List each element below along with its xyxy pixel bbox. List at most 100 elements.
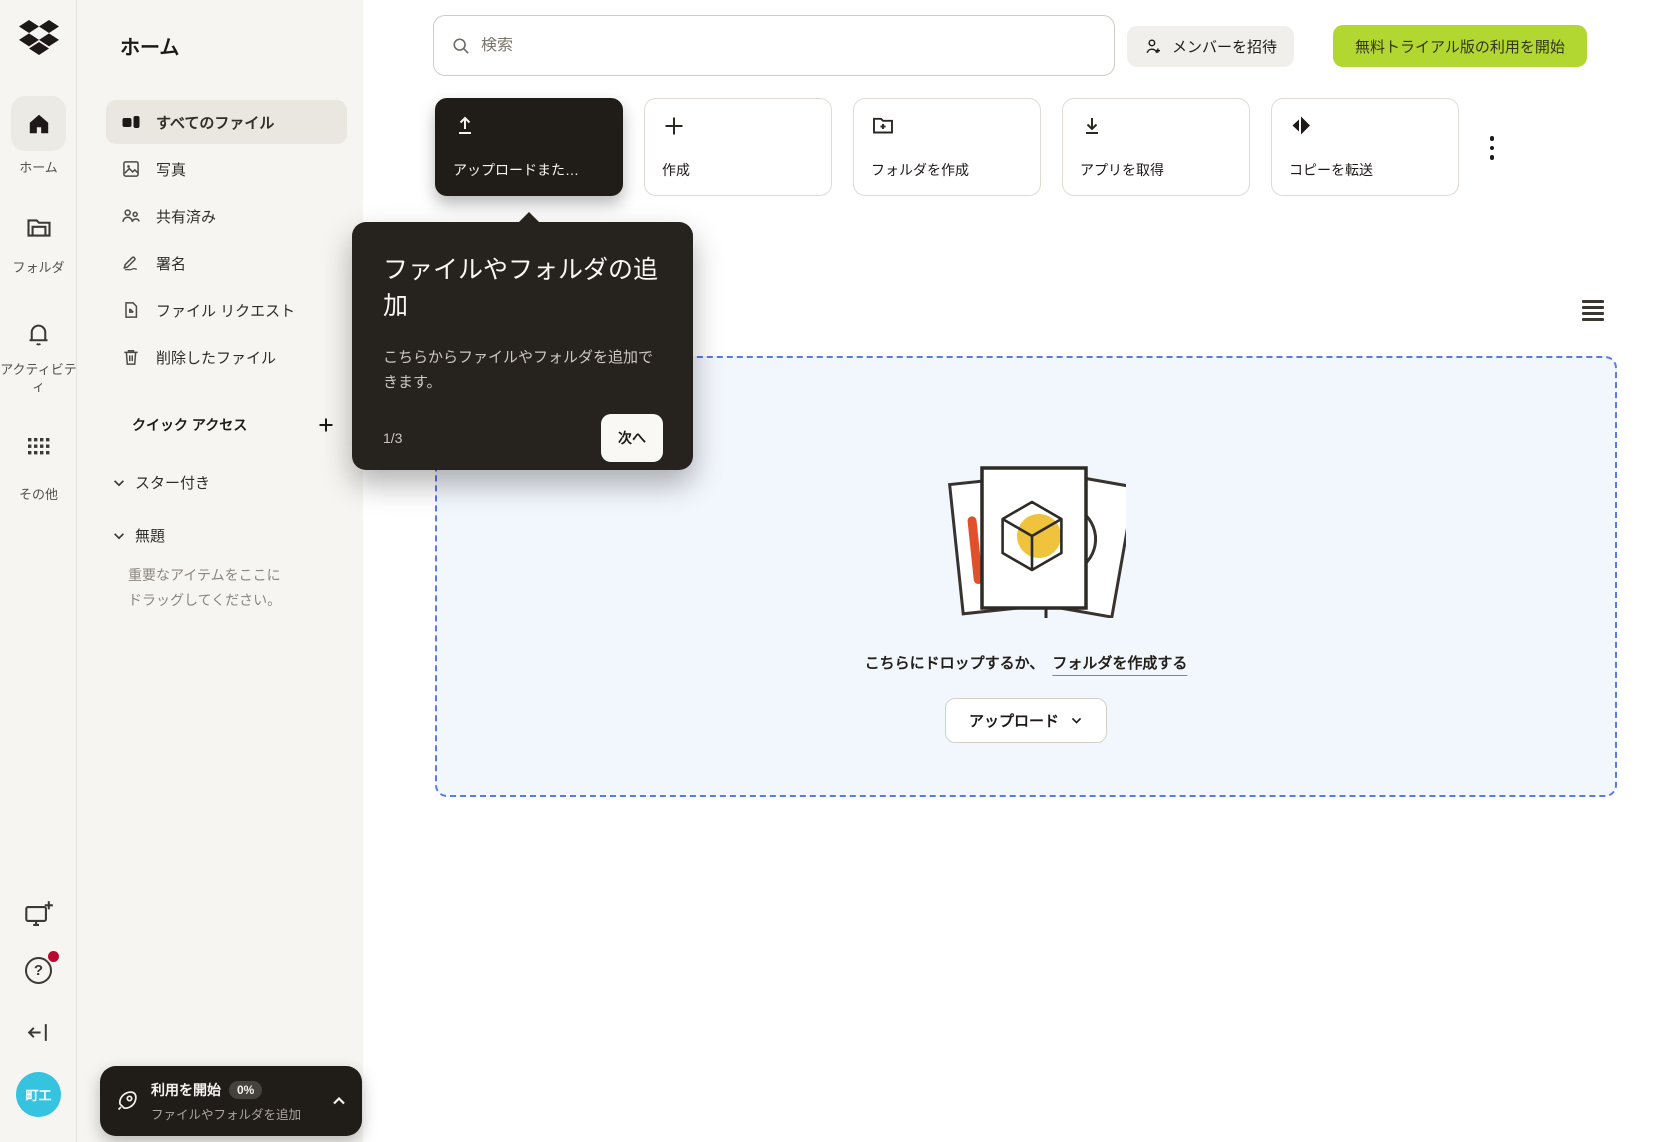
- sidebar-item-label: すべてのファイル: [156, 112, 274, 133]
- untitled-label: 無題: [135, 525, 165, 546]
- sidebar-nav-list: すべてのファイル 写真 共有済み 署名: [106, 100, 347, 382]
- starred-label: スター付き: [135, 472, 210, 493]
- drag-hint-line2: ドラッグしてください。: [128, 588, 343, 613]
- transfer-copy-button-label: コピーを転送: [1289, 160, 1441, 180]
- create-button[interactable]: 作成: [644, 98, 832, 196]
- tooltip-next-button[interactable]: 次へ: [601, 414, 663, 462]
- bar: [1582, 318, 1604, 321]
- sidebar-item-label: 署名: [156, 253, 186, 274]
- tooltip-footer: 1/3 次へ: [383, 414, 663, 462]
- start-free-trial-button[interactable]: 無料トライアル版の利用を開始: [1333, 25, 1587, 67]
- chevron-down-icon: [1070, 714, 1083, 727]
- sidebar-item-deleted-files[interactable]: 削除したファイル: [106, 335, 347, 379]
- sidebar-item-label: 共有済み: [156, 206, 216, 227]
- plus-icon: [662, 114, 686, 138]
- rail-collapse-button[interactable]: [0, 1020, 77, 1045]
- trash-icon: [121, 347, 141, 367]
- dot: [1490, 136, 1495, 141]
- dropbox-logo[interactable]: [0, 20, 77, 55]
- files-illustration: [926, 448, 1126, 618]
- dot: [1490, 155, 1495, 160]
- create-folder-link[interactable]: フォルダを作成する: [1052, 652, 1187, 673]
- quick-access-label: クイック アクセス: [132, 415, 247, 435]
- shared-icon: [121, 206, 141, 226]
- list-view-toggle[interactable]: [1582, 300, 1604, 321]
- more-actions-button[interactable]: [1478, 126, 1506, 170]
- upload-button[interactable]: アップロードまた…: [435, 98, 623, 196]
- collapse-sidebar-icon: [26, 1020, 51, 1045]
- folder-icon: [25, 214, 53, 242]
- upload-button-label: アップロードまた…: [453, 160, 605, 180]
- create-folder-button[interactable]: フォルダを作成: [853, 98, 1041, 196]
- sidebar-title: ホーム: [120, 31, 179, 60]
- user-avatar[interactable]: 町工: [16, 1072, 61, 1117]
- file-request-icon: [121, 300, 141, 320]
- banner-texts: 利用を開始 0% ファイルやフォルダを追加: [151, 1080, 301, 1123]
- transfer-copy-button[interactable]: コピーを転送: [1271, 98, 1459, 196]
- sidebar-item-label: ファイル リクエスト: [156, 300, 295, 321]
- rail-activity-label: アクティビティ: [0, 361, 77, 395]
- chevron-down-icon: [112, 476, 126, 490]
- dropzone-upload-label: アップロード: [969, 710, 1059, 731]
- transfer-icon: [1289, 114, 1313, 138]
- signature-pen-icon: [121, 253, 141, 273]
- search-icon: [452, 37, 470, 55]
- quick-access-add-button[interactable]: [315, 414, 337, 436]
- sidebar-section-starred[interactable]: スター付き: [106, 472, 347, 493]
- sidebar-item-signatures[interactable]: 署名: [106, 241, 347, 285]
- dropbox-logo-icon: [19, 20, 59, 55]
- plus-icon: [318, 417, 334, 433]
- sidebar-section-untitled[interactable]: 無題: [106, 525, 347, 546]
- bar: [1582, 312, 1604, 315]
- start-free-trial-label: 無料トライアル版の利用を開始: [1355, 36, 1565, 57]
- rail-more-label: その他: [0, 486, 77, 503]
- grid-icon: [28, 438, 50, 455]
- search-input[interactable]: [481, 37, 1096, 55]
- create-button-label: 作成: [662, 160, 814, 180]
- rail-item-folders[interactable]: [0, 214, 77, 242]
- home-icon: [26, 111, 52, 137]
- tooltip-step-counter: 1/3: [383, 430, 402, 446]
- banner-subtitle: ファイルやフォルダを追加: [151, 1104, 301, 1123]
- monitor-plus-icon: [24, 900, 54, 928]
- tooltip-body: こちらからファイルやフォルダを追加できます。: [383, 345, 663, 395]
- onboarding-tooltip: ファイルやフォルダの追加 こちらからファイルやフォルダを追加できます。 1/3 …: [352, 222, 693, 470]
- banner-title: 利用を開始: [151, 1080, 221, 1100]
- nav-rail: ホーム フォルダ アクティビティ その他 ?: [0, 0, 77, 1142]
- invite-members-button[interactable]: メンバーを招待: [1127, 26, 1294, 67]
- dropzone-text: こちらにドロップするか、 フォルダを作成する: [865, 652, 1188, 673]
- download-icon: [1080, 114, 1104, 138]
- rail-home-label: ホーム: [0, 159, 77, 176]
- invite-members-label: メンバーを招待: [1172, 36, 1277, 57]
- sidebar-item-label: 削除したファイル: [156, 347, 276, 368]
- all-files-icon: [121, 112, 141, 132]
- folder-plus-icon: [871, 114, 895, 138]
- chevron-down-icon: [112, 529, 126, 543]
- bar: [1582, 300, 1604, 303]
- sidebar: ホーム すべてのファイル 写真 共有済み: [77, 0, 363, 1142]
- sidebar-item-label: 写真: [156, 159, 186, 180]
- get-started-banner[interactable]: 利用を開始 0% ファイルやフォルダを追加: [100, 1066, 362, 1136]
- get-apps-button-label: アプリを取得: [1080, 160, 1232, 180]
- get-apps-button[interactable]: アプリを取得: [1062, 98, 1250, 196]
- notification-dot: [48, 951, 59, 962]
- sidebar-item-file-requests[interactable]: ファイル リクエスト: [106, 288, 347, 332]
- rail-item-home[interactable]: [11, 96, 66, 151]
- sidebar-item-all-files[interactable]: すべてのファイル: [106, 100, 347, 144]
- chevron-up-icon[interactable]: [331, 1093, 347, 1109]
- bar: [1582, 306, 1604, 309]
- dropzone-upload-button[interactable]: アップロード: [945, 698, 1107, 743]
- dropzone-prompt: こちらにドロップするか、: [865, 652, 1045, 673]
- rail-item-activity[interactable]: [0, 320, 77, 347]
- drag-hint-text: 重要なアイテムをここに ドラッグしてください。: [128, 563, 343, 613]
- rail-item-more[interactable]: [0, 438, 77, 455]
- rocket-icon: [115, 1089, 139, 1113]
- sidebar-item-shared[interactable]: 共有済み: [106, 194, 347, 238]
- avatar-initials: 町工: [25, 1085, 51, 1104]
- rail-item-install-apps[interactable]: [0, 900, 77, 928]
- sidebar-item-photos[interactable]: 写真: [106, 147, 347, 191]
- rail-folders-label: フォルダ: [0, 259, 77, 276]
- create-folder-button-label: フォルダを作成: [871, 160, 1023, 180]
- rail-item-help[interactable]: ?: [0, 957, 77, 984]
- dot: [1490, 146, 1495, 151]
